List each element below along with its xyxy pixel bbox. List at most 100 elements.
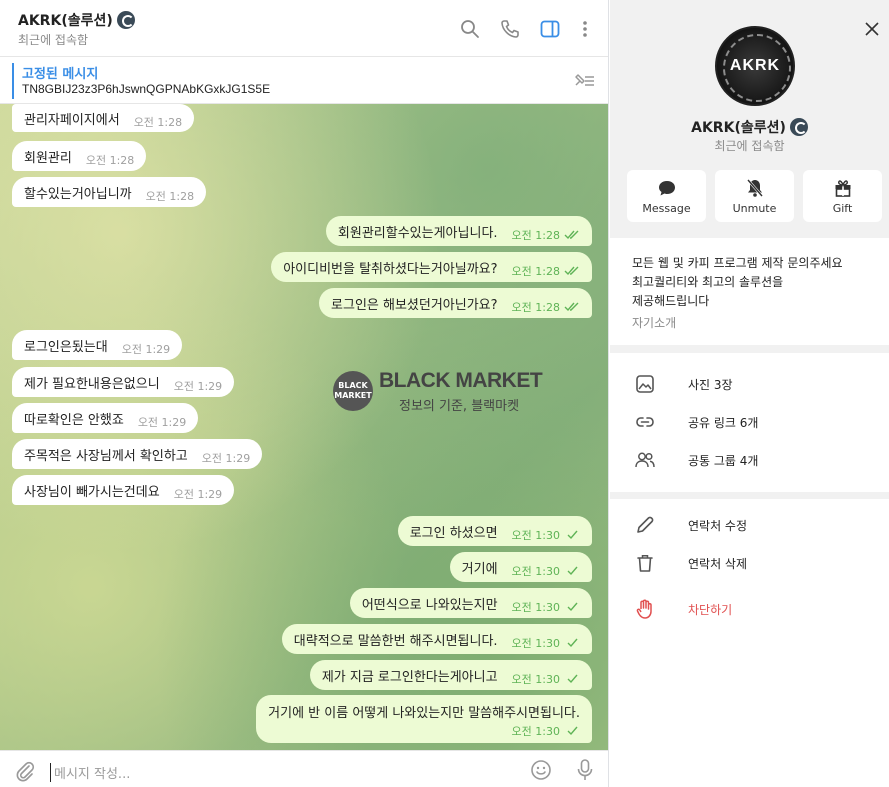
message-bubble[interactable]: 제가 지금 로그인한다는게아니고 오전 1:30 <box>309 660 592 690</box>
message-button[interactable]: Message <box>627 170 706 222</box>
message-bubble[interactable]: 할수있는거아닙니까 오전 1:28 <box>12 177 207 207</box>
message-button-label: Message <box>642 202 691 215</box>
pinned-indicator <box>12 63 14 99</box>
bio-text: 모든 웹 및 카피 프로그램 제작 문의주세요 최고퀄리티와 최고의 솔루션을 … <box>632 254 882 311</box>
pin-list-icon[interactable] <box>570 71 596 91</box>
message-time: 오전 1:29 <box>201 452 251 465</box>
chat-title-text: AKRK(솔루션) <box>18 13 113 29</box>
message-time: 오전 1:30 <box>511 673 560 686</box>
watermark-title: BLACK MARKET <box>379 369 543 392</box>
gift-button-label: Gift <box>832 202 853 215</box>
chat-panel: AKRK(솔루션) 최근에 접속함 고정된 메시지 TN8GBIJ23z3P6h… <box>0 0 609 787</box>
microphone-icon[interactable] <box>575 758 595 782</box>
message-bubble[interactable]: 주목적은 사장님께서 확인하고 오전 1:29 <box>12 439 263 469</box>
photos-label: 사진 3장 <box>688 377 733 392</box>
avatar[interactable]: AKRK <box>715 26 795 106</box>
message-list[interactable]: BLACK MARKET BLACK MARKET 정보의 기준, 블랙마켓 관리… <box>0 104 608 750</box>
message-time: 오전 1:30 <box>511 529 560 542</box>
check-icon <box>564 566 580 576</box>
check-icon <box>564 674 580 684</box>
message-time: 오전 1:30 <box>511 601 560 614</box>
message-text: 제가 지금 로그인한다는게아니고 <box>321 669 498 685</box>
check-icon <box>564 602 580 612</box>
gift-button[interactable]: Gift <box>803 170 882 222</box>
message-text: 어떤식으로 나와있는지만 <box>361 597 498 613</box>
message-text: 아이디비번을 탈취하셨다는거아닐까요? <box>283 261 498 277</box>
delete-contact-row[interactable]: 연락처 삭제 <box>610 545 889 581</box>
message-time: 오전 1:29 <box>121 343 171 356</box>
verified-icon <box>789 118 808 136</box>
double-check-icon <box>564 266 580 276</box>
message-text: 대략적으로 말씀한번 해주시면됩니다. <box>293 633 498 649</box>
edit-contact-label: 연락처 수정 <box>688 518 748 533</box>
message-time: 오전 1:30 <box>511 565 560 578</box>
trash-icon <box>634 552 656 574</box>
message-bubble[interactable]: 아이디비번을 탈취하셨다는거아닐까요? 오전 1:28 <box>271 252 592 282</box>
profile-name-text: AKRK(솔루션) <box>691 120 786 136</box>
photo-icon <box>634 373 656 395</box>
message-time: 오전 1:28 <box>85 154 135 167</box>
message-meta: 오전 1:30 <box>498 721 580 739</box>
sidebar-toggle-icon[interactable] <box>539 18 561 40</box>
edit-contact-row[interactable]: 연락처 수정 <box>610 507 889 543</box>
message-bubble[interactable]: 관리자페이지에서 오전 1:28 <box>12 104 195 132</box>
message-bubble[interactable]: 따로확인은 안했죠 오전 1:29 <box>12 403 199 433</box>
chat-title[interactable]: AKRK(솔루션) <box>18 10 135 30</box>
profile-status: 최근에 접속함 <box>714 139 785 153</box>
unmute-button[interactable]: Unmute <box>715 170 794 222</box>
attach-icon[interactable] <box>14 760 36 782</box>
double-check-icon <box>564 230 580 240</box>
link-icon <box>634 411 656 433</box>
close-icon[interactable] <box>863 20 881 38</box>
emoji-icon[interactable] <box>530 759 552 781</box>
message-bubble[interactable]: 어떤식으로 나와있는지만 오전 1:30 <box>349 588 592 618</box>
shared-media-list: 사진 3장 공유 링크 6개 공통 그룹 4개 <box>610 353 889 492</box>
message-text: 제가 필요한내용은없으니 <box>24 376 160 392</box>
message-text: 회원관리할수있는게아닙니다. <box>337 225 498 241</box>
phone-icon[interactable] <box>499 18 521 40</box>
profile-panel: AKRK AKRK(솔루션) 최근에 접속함 Message Unmute Gi… <box>610 0 889 787</box>
unmute-button-label: Unmute <box>732 202 777 215</box>
profile-header: AKRK AKRK(솔루션) 최근에 접속함 Message Unmute Gi… <box>610 0 889 236</box>
message-input[interactable]: 메시지 작성... <box>50 763 130 782</box>
block-label: 차단하기 <box>688 602 733 617</box>
bio-line: 최고퀄리티와 최고의 솔루션을 <box>632 275 784 289</box>
pinned-text: TN8GBIJ23z3P6hJswnQGPNAbKGxkJG1S5E <box>22 82 271 96</box>
photos-row[interactable]: 사진 3장 <box>610 366 889 402</box>
bell-muted-icon <box>745 178 765 198</box>
search-icon[interactable] <box>459 18 481 40</box>
message-bubble[interactable]: 사장님이 빼가시는건데요 오전 1:29 <box>12 475 235 505</box>
check-icon <box>564 638 580 648</box>
bio-label: 자기소개 <box>632 316 677 330</box>
message-time: 오전 1:30 <box>511 637 560 650</box>
message-bubble[interactable]: 로그인 하셨으면 오전 1:30 <box>397 516 592 546</box>
message-text: 할수있는거아닙니까 <box>24 186 132 202</box>
watermark-logo: BLACK MARKET <box>333 371 373 411</box>
contact-actions-list: 연락처 수정 연락처 삭제 차단하기 <box>610 499 889 787</box>
more-menu-icon[interactable] <box>574 18 596 40</box>
avatar-text: AKRK <box>729 57 781 74</box>
groups-row[interactable]: 공통 그룹 4개 <box>610 442 889 478</box>
pencil-icon <box>634 514 656 536</box>
check-icon <box>564 530 580 540</box>
block-row[interactable]: 차단하기 <box>610 591 889 627</box>
message-bubble[interactable]: 거기에 오전 1:30 <box>449 552 592 582</box>
message-bubble[interactable]: 거기에 반 이름 어떻게 나와있는지만 말씀해주시면됩니다. 오전 1:30 <box>256 695 592 743</box>
message-bubble[interactable]: 대략적으로 말씀한번 해주시면됩니다. 오전 1:30 <box>281 624 592 654</box>
links-label: 공유 링크 6개 <box>688 415 759 430</box>
message-bubble[interactable]: 로그인은 해보셨던거아닌가요? 오전 1:28 <box>319 288 592 318</box>
message-time: 오전 1:29 <box>173 488 223 501</box>
links-row[interactable]: 공유 링크 6개 <box>610 404 889 440</box>
verified-icon <box>116 11 135 29</box>
message-bubble[interactable]: 회원관리할수있는게아닙니다. 오전 1:28 <box>325 216 592 246</box>
composer: 메시지 작성... <box>0 750 608 787</box>
message-time: 오전 1:28 <box>511 229 560 242</box>
message-bubble[interactable]: 제가 필요한내용은없으니 오전 1:29 <box>12 367 235 397</box>
pinned-message[interactable]: 고정된 메시지 TN8GBIJ23z3P6hJswnQGPNAbKGxkJG1S… <box>0 57 608 104</box>
message-text: 거기에 <box>461 561 498 577</box>
message-bubble[interactable]: 회원관리 오전 1:28 <box>12 141 147 171</box>
message-time: 오전 1:28 <box>511 265 560 278</box>
message-bubble[interactable]: 로그인은됬는대 오전 1:29 <box>12 330 183 360</box>
watermark: BLACK MARKET BLACK MARKET 정보의 기준, 블랙마켓 <box>333 369 563 417</box>
message-text: 관리자페이지에서 <box>24 112 120 128</box>
